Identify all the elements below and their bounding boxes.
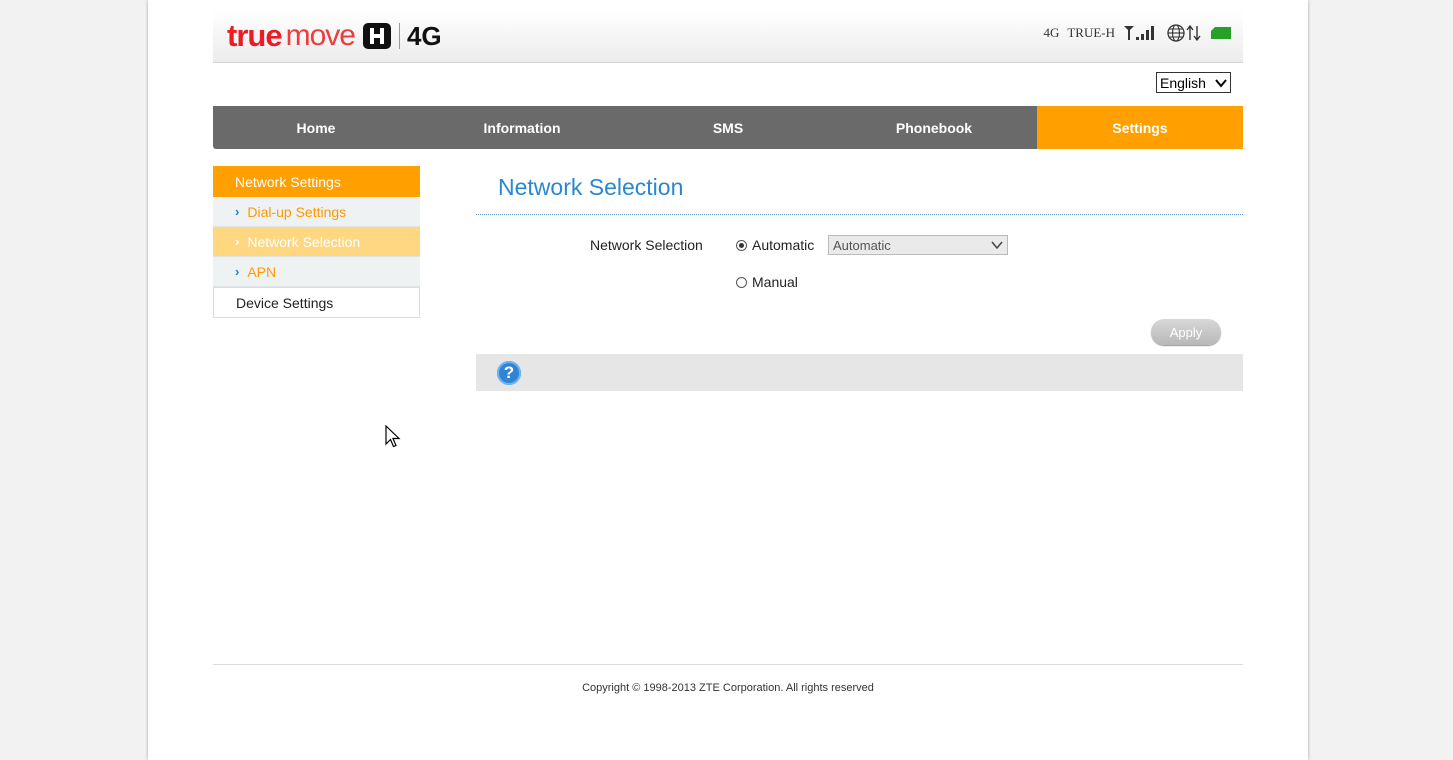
operator-label: TRUE-H (1067, 25, 1115, 40)
nav-phonebook[interactable]: Phonebook (831, 106, 1037, 149)
title-divider (476, 214, 1243, 215)
apply-button[interactable]: Apply (1151, 319, 1221, 345)
sidebar: Network Settings › Dial-up Settings › Ne… (213, 166, 420, 318)
chevron-down-icon (1215, 78, 1227, 88)
automatic-radio[interactable] (736, 239, 747, 251)
network-mode-value: Automatic (833, 237, 891, 253)
header: true move 4G 4G TRUE-H (213, 10, 1243, 63)
chevron-right-icon: › (235, 234, 240, 249)
language-value: English (1160, 74, 1206, 91)
network-selection-label: Network Selection (590, 237, 703, 253)
chevron-right-icon: › (235, 264, 240, 279)
chevron-down-icon (991, 241, 1003, 250)
mouse-cursor-icon (385, 425, 401, 448)
nav-home[interactable]: Home (213, 106, 419, 149)
sidebar-item-label: APN (247, 263, 277, 280)
help-icon[interactable]: ? (497, 361, 521, 385)
network-type-label: 4G (1043, 25, 1060, 40)
sim-icon (1211, 27, 1231, 39)
nav-information[interactable]: Information (419, 106, 625, 149)
logo-4g-text: 4G (406, 20, 442, 51)
sidebar-item-device-settings[interactable]: Device Settings (213, 287, 420, 318)
nav-settings[interactable]: Settings (1037, 106, 1243, 149)
nav-sms[interactable]: SMS (625, 106, 831, 149)
language-select[interactable]: English (1156, 72, 1231, 93)
manual-option[interactable]: Manual (736, 274, 798, 290)
footer-copyright: Copyright © 1998-2013 ZTE Corporation. A… (582, 682, 874, 694)
signal-icon (1124, 26, 1154, 40)
manual-radio[interactable] (736, 276, 747, 288)
manual-label: Manual (752, 274, 798, 290)
network-mode-select[interactable]: Automatic (828, 235, 1008, 255)
page-title: Network Selection (498, 174, 684, 200)
status-bar: 4G TRUE-H (1043, 24, 1233, 42)
logo-move-text: move (285, 19, 356, 52)
sidebar-item-network-selection[interactable]: › Network Selection (213, 227, 420, 257)
help-bar: ? (476, 354, 1243, 391)
sidebar-item-label: Dial-up Settings (247, 203, 347, 220)
footer-divider (213, 664, 1243, 665)
logo-true-text: true (227, 18, 283, 53)
truemove-logo: true move 4G (227, 18, 442, 54)
sidebar-header-network-settings[interactable]: Network Settings (213, 166, 420, 197)
main-nav: Home Information SMS Phonebook Settings (213, 106, 1243, 149)
sidebar-item-dialup-settings[interactable]: › Dial-up Settings (213, 197, 420, 227)
logo-divider (398, 23, 400, 49)
sidebar-item-apn[interactable]: › APN (213, 257, 420, 287)
automatic-option[interactable]: Automatic (736, 237, 814, 253)
chevron-right-icon: › (235, 204, 240, 219)
h-logo-icon (362, 23, 391, 49)
sidebar-item-label: Network Selection (247, 233, 361, 250)
page-container: true move 4G 4G TRUE-H English Home Info… (148, 0, 1308, 760)
globe-connection-icon (1167, 24, 1201, 42)
automatic-label: Automatic (752, 237, 815, 253)
